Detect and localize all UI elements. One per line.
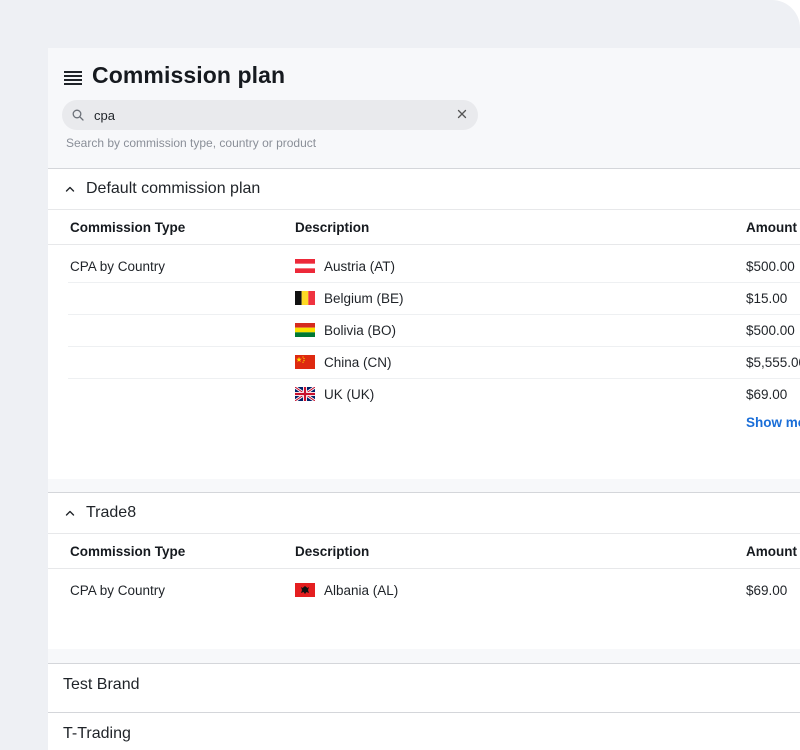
description-cell: Bolivia (BO): [295, 323, 396, 338]
table-header: Commission Type Description Amount: [48, 209, 800, 245]
search-hint: Search by commission type, country or pr…: [66, 136, 317, 150]
column-header-description: Description: [295, 220, 370, 235]
column-header-description: Description: [295, 544, 370, 559]
chevron-up-icon: [65, 186, 75, 192]
show-more-link[interactable]: Show more: [746, 415, 800, 430]
amount-cell: $500.00: [746, 323, 795, 338]
plan-section-test-brand[interactable]: Test Brand: [48, 663, 800, 712]
flag-al-icon: [295, 583, 315, 597]
table-row: China (CN) $5,555.00: [68, 347, 800, 379]
flag-be-icon: [295, 291, 315, 305]
plan-section-default: Default commission plan Commission Type …: [48, 168, 800, 479]
commission-type-cell: CPA by Country: [70, 259, 166, 274]
chevron-up-icon: [65, 510, 75, 516]
page-title: Commission plan: [92, 61, 286, 88]
plan-name: Test Brand: [63, 676, 140, 693]
table-row: UK (UK) $69.00: [68, 379, 800, 410]
table-row: Belgium (BE) $15.00: [68, 283, 800, 315]
plan-section-t-trading[interactable]: T-Trading: [48, 712, 800, 750]
column-header-amount: Amount: [746, 544, 797, 559]
column-header-amount: Amount: [746, 220, 797, 235]
title-row: Commission plan: [64, 60, 285, 90]
commission-plan-panel: Commission plan Search by commission typ…: [48, 48, 800, 750]
plan-header-default[interactable]: Default commission plan: [48, 169, 800, 209]
table-row: CPA by Country Albania (AL) $69.00: [68, 575, 800, 606]
amount-cell: $15.00: [746, 291, 788, 306]
table-row: CPA by Country Austria (AT) $500.00: [68, 251, 800, 283]
hamburger-menu-icon[interactable]: [64, 71, 82, 85]
commission-type-cell: CPA by Country: [70, 583, 166, 598]
table-row: Bolivia (BO) $500.00: [68, 315, 800, 347]
description-cell: UK (UK): [295, 387, 374, 402]
amount-cell: $69.00: [746, 387, 788, 402]
amount-cell: $500.00: [746, 259, 795, 274]
description-cell: Albania (AL): [295, 583, 398, 598]
amount-cell: $5,555.00: [746, 355, 800, 370]
flag-bo-icon: [295, 323, 315, 337]
description-cell: China (CN): [295, 355, 392, 370]
description-cell: Belgium (BE): [295, 291, 404, 306]
plan-name: Default commission plan: [86, 180, 261, 197]
search-input[interactable]: [92, 106, 456, 124]
plan-name: T-Trading: [63, 725, 131, 742]
clear-search-icon[interactable]: [456, 108, 468, 120]
plan-header-trade8[interactable]: Trade8: [48, 493, 800, 533]
column-header-type: Commission Type: [70, 220, 186, 235]
plan-section-trade8: Trade8 Commission Type Description Amoun…: [48, 492, 800, 649]
flag-cn-icon: [295, 355, 315, 369]
amount-cell: $69.00: [746, 583, 788, 598]
flag-at-icon: [295, 259, 315, 273]
flag-gb-icon: [295, 387, 315, 401]
search-bar[interactable]: [62, 100, 478, 130]
search-icon: [72, 109, 84, 121]
plan-name: Trade8: [86, 504, 137, 521]
table-header: Commission Type Description Amount: [48, 533, 800, 569]
column-header-type: Commission Type: [70, 544, 186, 559]
description-cell: Austria (AT): [295, 259, 395, 274]
